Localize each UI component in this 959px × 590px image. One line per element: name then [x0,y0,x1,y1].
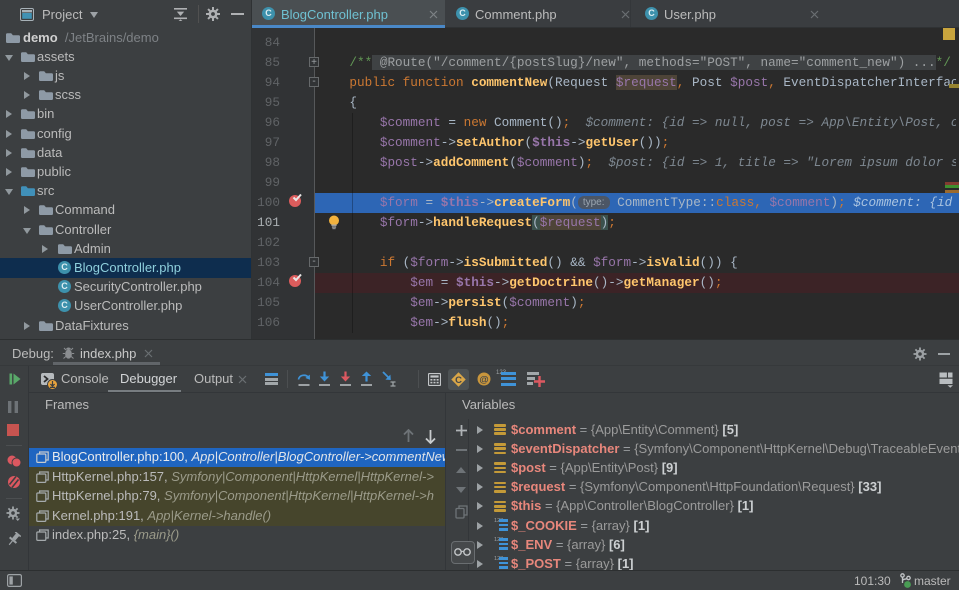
svg-text:@: @ [479,374,488,385]
svg-text:C: C [455,375,462,386]
